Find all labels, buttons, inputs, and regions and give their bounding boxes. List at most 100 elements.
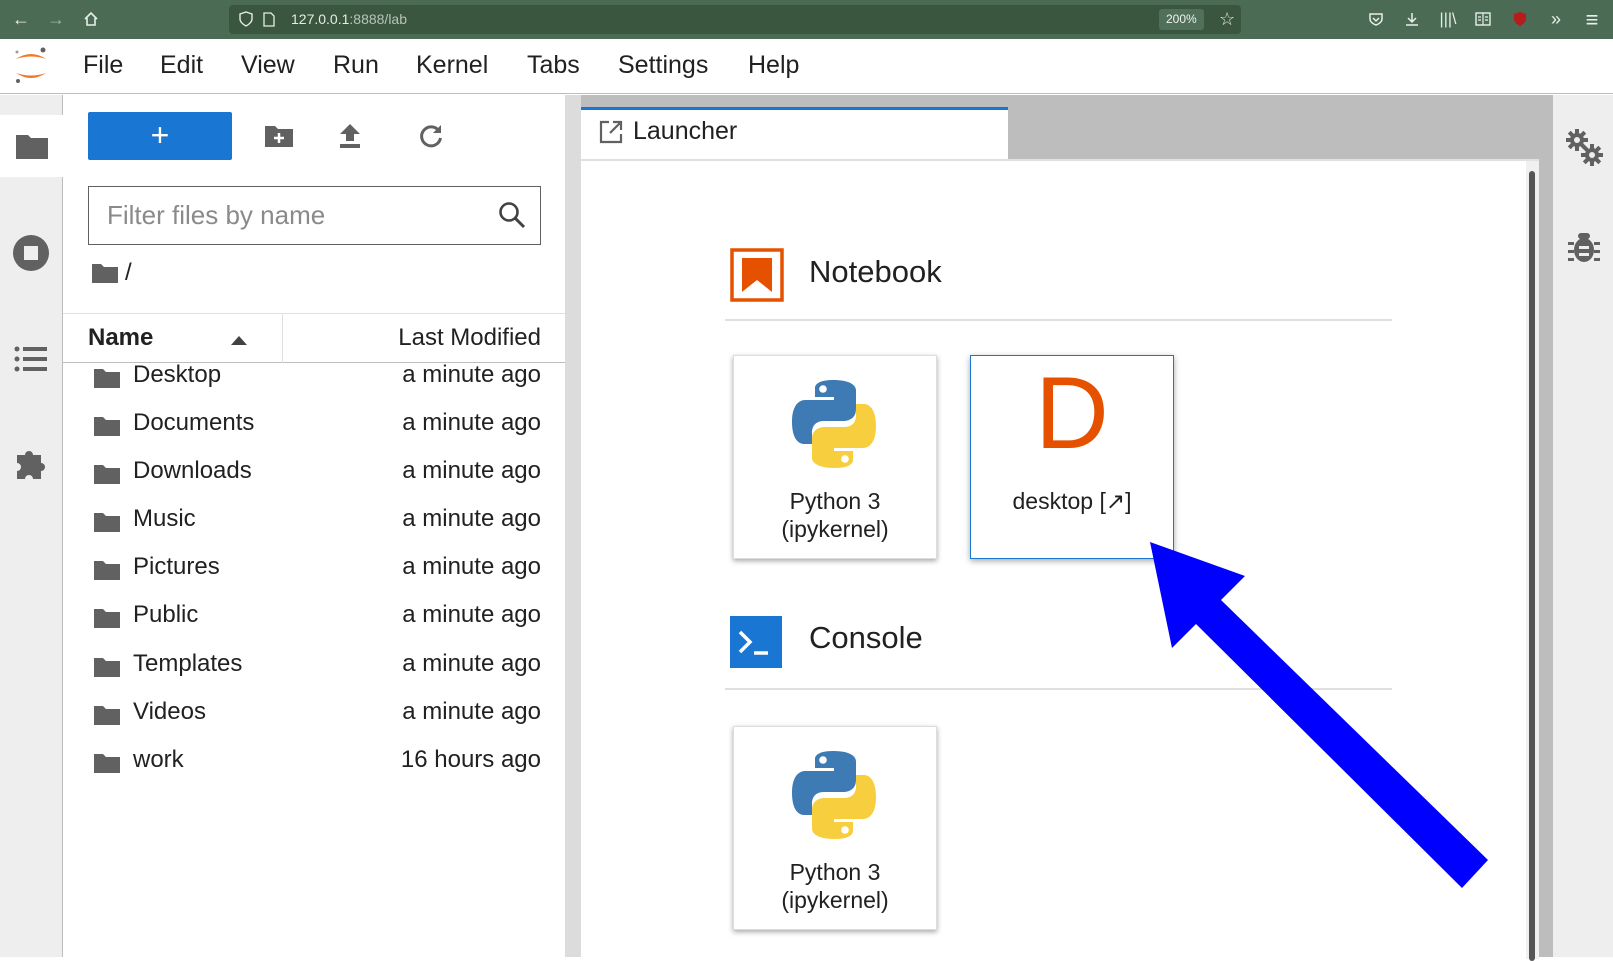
file-name: Documents bbox=[133, 409, 255, 436]
menu-kernel[interactable]: Kernel bbox=[416, 39, 488, 92]
new-launcher-button[interactable]: + bbox=[88, 112, 232, 160]
pocket-icon[interactable] bbox=[1361, 0, 1391, 39]
jupyter-logo-icon bbox=[12, 45, 50, 92]
file-row-videos[interactable]: Videos a minute ago bbox=[63, 690, 565, 738]
gears-icon bbox=[1565, 129, 1603, 166]
card-label-line2: (ipykernel) bbox=[781, 887, 889, 913]
home-folder-icon[interactable] bbox=[91, 262, 119, 284]
card-label-line2: (ipykernel) bbox=[781, 516, 889, 542]
menu-view[interactable]: View bbox=[241, 39, 295, 92]
sort-ascending-icon bbox=[231, 336, 247, 345]
upload-button[interactable] bbox=[330, 112, 370, 160]
file-row-public[interactable]: Public a minute ago bbox=[63, 593, 565, 641]
python-logo-icon bbox=[792, 380, 876, 468]
debugger-tab[interactable] bbox=[1553, 217, 1613, 277]
shield-icon[interactable] bbox=[239, 11, 253, 32]
file-row-templates[interactable]: Templates a minute ago bbox=[63, 642, 565, 690]
file-modified: a minute ago bbox=[402, 553, 541, 580]
folder-icon bbox=[94, 465, 120, 484]
filter-files-input[interactable] bbox=[107, 187, 487, 243]
file-modified: 16 hours ago bbox=[400, 746, 541, 773]
ublock-icon[interactable] bbox=[1505, 0, 1535, 39]
breadcrumb: / bbox=[91, 255, 132, 291]
menu-run[interactable]: Run bbox=[333, 39, 379, 92]
url-bar[interactable]: 127.0.0.1:8888/lab 200% ☆ bbox=[229, 5, 1241, 34]
menu-edit[interactable]: Edit bbox=[160, 39, 203, 92]
file-browser: + / Name Last Modified Desktop a minute … bbox=[63, 95, 565, 957]
scrollbar-thumb[interactable] bbox=[1529, 171, 1535, 961]
file-modified: a minute ago bbox=[402, 698, 541, 725]
file-row-desktop[interactable]: Desktop a minute ago bbox=[63, 353, 565, 401]
folder-icon bbox=[94, 609, 120, 628]
refresh-button[interactable] bbox=[411, 112, 451, 160]
url-text[interactable]: 127.0.0.1:8888/lab bbox=[291, 5, 407, 34]
console-section-title: Console bbox=[809, 620, 923, 655]
menu-settings[interactable]: Settings bbox=[618, 39, 708, 92]
new-folder-button[interactable] bbox=[259, 112, 299, 160]
browser-toolbar: ← → 127.0.0.1:8888/lab 200% ☆ |||\ » ≡ bbox=[0, 0, 1613, 39]
file-modified: a minute ago bbox=[402, 601, 541, 628]
file-row-work[interactable]: work 16 hours ago bbox=[63, 738, 565, 786]
notebook-section-title: Notebook bbox=[809, 254, 942, 289]
home-icon[interactable] bbox=[76, 0, 106, 39]
file-modified: a minute ago bbox=[402, 361, 541, 388]
menu-file[interactable]: File bbox=[83, 39, 123, 92]
file-name: Public bbox=[133, 601, 199, 628]
launcher-tab-icon bbox=[599, 120, 623, 144]
console-section-divider bbox=[725, 688, 1392, 690]
file-name: Templates bbox=[133, 650, 243, 677]
url-host: 127.0.0.1 bbox=[291, 11, 350, 27]
launcher-card-desktop-notebook[interactable]: D desktop [↗] bbox=[970, 355, 1174, 559]
notebook-section-icon bbox=[730, 248, 784, 302]
bookmark-star-icon[interactable]: ☆ bbox=[1219, 9, 1235, 30]
file-name: Desktop bbox=[133, 361, 222, 388]
file-modified: a minute ago bbox=[402, 409, 541, 436]
card-label-line1: Python 3 bbox=[789, 488, 881, 514]
forward-icon[interactable]: → bbox=[41, 0, 71, 39]
extension-manager-tab[interactable] bbox=[0, 432, 62, 494]
panel-splitter[interactable] bbox=[565, 95, 581, 957]
running-sessions-tab[interactable] bbox=[0, 222, 62, 284]
bug-icon bbox=[1567, 233, 1600, 262]
stop-circle-icon bbox=[13, 235, 49, 271]
refresh-icon bbox=[420, 125, 442, 148]
folder-icon bbox=[94, 754, 120, 773]
file-row-pictures[interactable]: Pictures a minute ago bbox=[63, 545, 565, 593]
download-icon[interactable] bbox=[1397, 0, 1427, 39]
card-label-line1: desktop [↗] bbox=[1012, 488, 1132, 514]
menu-tabs[interactable]: Tabs bbox=[527, 39, 580, 92]
file-name: Pictures bbox=[133, 553, 220, 580]
table-of-contents-tab[interactable] bbox=[0, 328, 62, 390]
hamburger-menu-icon[interactable]: ≡ bbox=[1577, 0, 1607, 39]
zoom-badge[interactable]: 200% bbox=[1159, 9, 1204, 30]
property-inspector-tab[interactable] bbox=[1553, 117, 1613, 177]
folder-icon bbox=[94, 513, 120, 532]
reader-view-icon[interactable] bbox=[1468, 0, 1498, 39]
card-label-line1: Python 3 bbox=[789, 859, 881, 885]
folder-icon bbox=[94, 561, 120, 580]
filter-files-box bbox=[88, 186, 541, 245]
file-modified: a minute ago bbox=[402, 505, 541, 532]
tab-launcher[interactable]: Launcher bbox=[581, 107, 1008, 159]
notebook-section-divider bbox=[725, 319, 1392, 321]
launcher-card-python3-notebook[interactable]: Python 3 (ipykernel) bbox=[733, 355, 937, 559]
back-icon[interactable]: ← bbox=[6, 0, 36, 39]
file-modified: a minute ago bbox=[402, 457, 541, 484]
menubar: File Edit View Run Kernel Tabs Settings … bbox=[0, 39, 1613, 94]
folder-icon bbox=[94, 369, 120, 388]
file-name: Music bbox=[133, 505, 196, 532]
folder-icon bbox=[94, 706, 120, 725]
library-icon[interactable]: |||\ bbox=[1433, 0, 1463, 39]
launcher-card-python3-console[interactable]: Python 3 (ipykernel) bbox=[733, 726, 937, 930]
search-icon[interactable] bbox=[498, 201, 526, 229]
breadcrumb-root[interactable]: / bbox=[125, 259, 132, 287]
file-row-documents[interactable]: Documents a minute ago bbox=[63, 401, 565, 449]
file-browser-tab[interactable] bbox=[0, 115, 63, 177]
page-icon bbox=[263, 12, 275, 32]
overflow-chevron-icon[interactable]: » bbox=[1541, 0, 1571, 39]
menu-help[interactable]: Help bbox=[748, 39, 799, 92]
launcher-scrollbar[interactable] bbox=[1526, 161, 1539, 961]
file-row-music[interactable]: Music a minute ago bbox=[63, 497, 565, 545]
left-sidebar-tabs bbox=[0, 95, 63, 957]
file-row-downloads[interactable]: Downloads a minute ago bbox=[63, 449, 565, 497]
